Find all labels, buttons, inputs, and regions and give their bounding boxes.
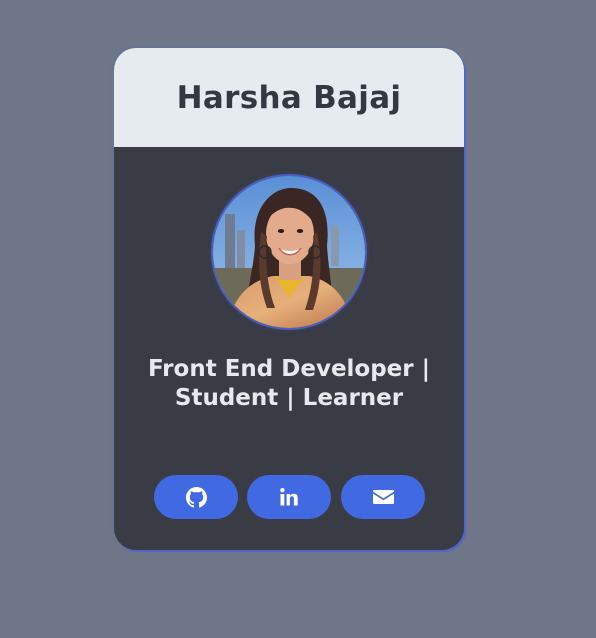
social-links xyxy=(114,475,464,519)
github-button[interactable] xyxy=(154,475,238,519)
card-header: Harsha Bajaj xyxy=(114,48,464,147)
envelope-icon xyxy=(372,489,394,505)
linkedin-button[interactable] xyxy=(247,475,331,519)
profile-tagline: Front End Developer | Student | Learner xyxy=(147,356,431,411)
avatar xyxy=(213,176,365,328)
profile-card: Harsha Bajaj Front End Developer | Stude… xyxy=(114,48,464,550)
github-icon xyxy=(185,486,207,508)
profile-name: Harsha Bajaj xyxy=(176,79,402,116)
email-button[interactable] xyxy=(341,475,425,519)
linkedin-icon xyxy=(279,487,299,507)
avatar-photo xyxy=(213,176,365,328)
